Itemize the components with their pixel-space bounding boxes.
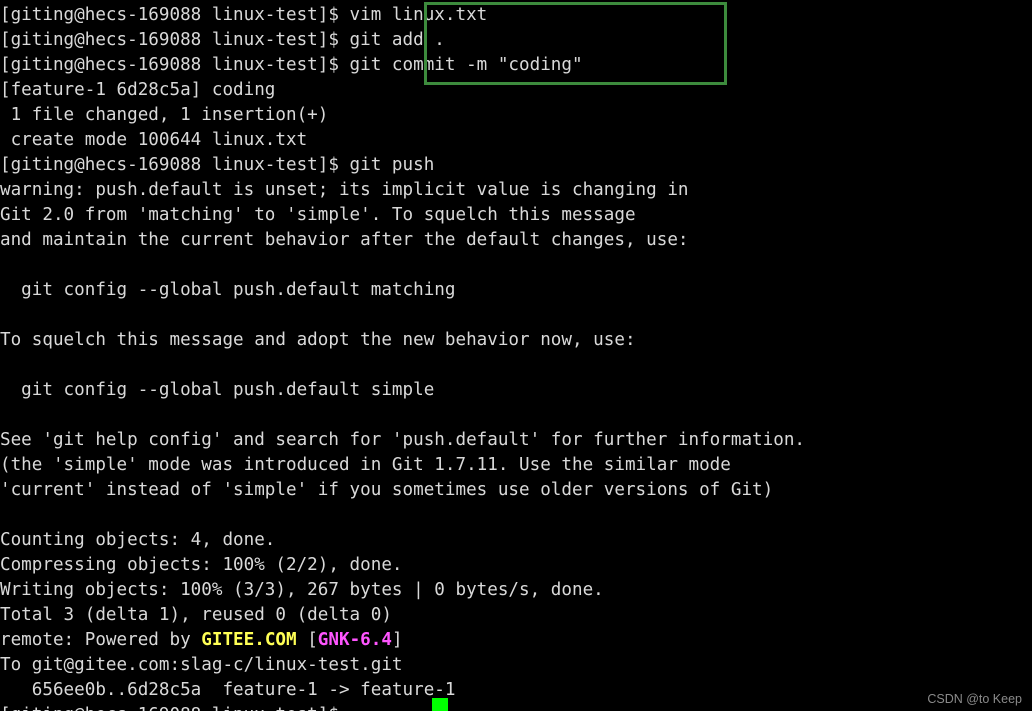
terminal-line: Writing objects: 100% (3/3), 267 bytes |… [0, 580, 604, 600]
bracket-close-text: ] [391, 630, 403, 650]
csdn-watermark: CSDN @to Keep [927, 692, 1022, 706]
terminal-line: [giting@hecs-169088 linux-test]$ vim lin… [0, 5, 488, 25]
terminal-line: To squelch this message and adopt the ne… [0, 330, 636, 350]
terminal-line: git config --global push.default simple [0, 380, 435, 400]
terminal-line: [giting@hecs-169088 linux-test]$ git pus… [0, 155, 435, 175]
terminal-line: and maintain the current behavior after … [0, 230, 689, 250]
terminal-window[interactable]: [giting@hecs-169088 linux-test]$ vim lin… [0, 0, 1032, 711]
terminal-line: create mode 100644 linux.txt [0, 130, 308, 150]
terminal-line: Compressing objects: 100% (2/2), done. [0, 555, 403, 575]
terminal-line: Total 3 (delta 1), reused 0 (delta 0) [0, 605, 392, 625]
terminal-line: warning: push.default is unset; its impl… [0, 180, 689, 200]
remote-prefix-text: remote: Powered by [0, 630, 202, 650]
terminal-line: [giting@hecs-169088 linux-test]$ git add… [0, 30, 445, 50]
terminal-line: See 'git help config' and search for 'pu… [0, 430, 806, 450]
terminal-line: git config --global push.default matchin… [0, 280, 456, 300]
gitee-version-text: GNK-6.4 [317, 630, 392, 650]
terminal-line: Counting objects: 4, done. [0, 530, 276, 550]
terminal-cursor [432, 698, 448, 711]
terminal-line: (the 'simple' mode was introduced in Git… [0, 455, 731, 475]
terminal-prompt-line[interactable]: [giting@hecs-169088 linux-test]$ [0, 703, 1032, 711]
terminal-line: To git@gitee.com:slag-c/linux-test.git [0, 655, 403, 675]
bracket-open-text: [ [296, 630, 318, 650]
gitee-brand-text: GITEE.COM [201, 630, 297, 650]
terminal-line: 'current' instead of 'simple' if you som… [0, 480, 774, 500]
terminal-line: [giting@hecs-169088 linux-test]$ git com… [0, 55, 583, 75]
terminal-line: Git 2.0 from 'matching' to 'simple'. To … [0, 205, 636, 225]
terminal-output-area[interactable]: [giting@hecs-169088 linux-test]$ vim lin… [0, 0, 1032, 711]
terminal-line: [feature-1 6d28c5a] coding [0, 80, 276, 100]
terminal-line: 1 file changed, 1 insertion(+) [0, 105, 329, 125]
terminal-line-remote-powered-by: remote: Powered by GITEE.COM [GNK-6.4] [0, 628, 1032, 653]
terminal-line: 656ee0b..6d28c5a feature-1 -> feature-1 [0, 680, 456, 700]
